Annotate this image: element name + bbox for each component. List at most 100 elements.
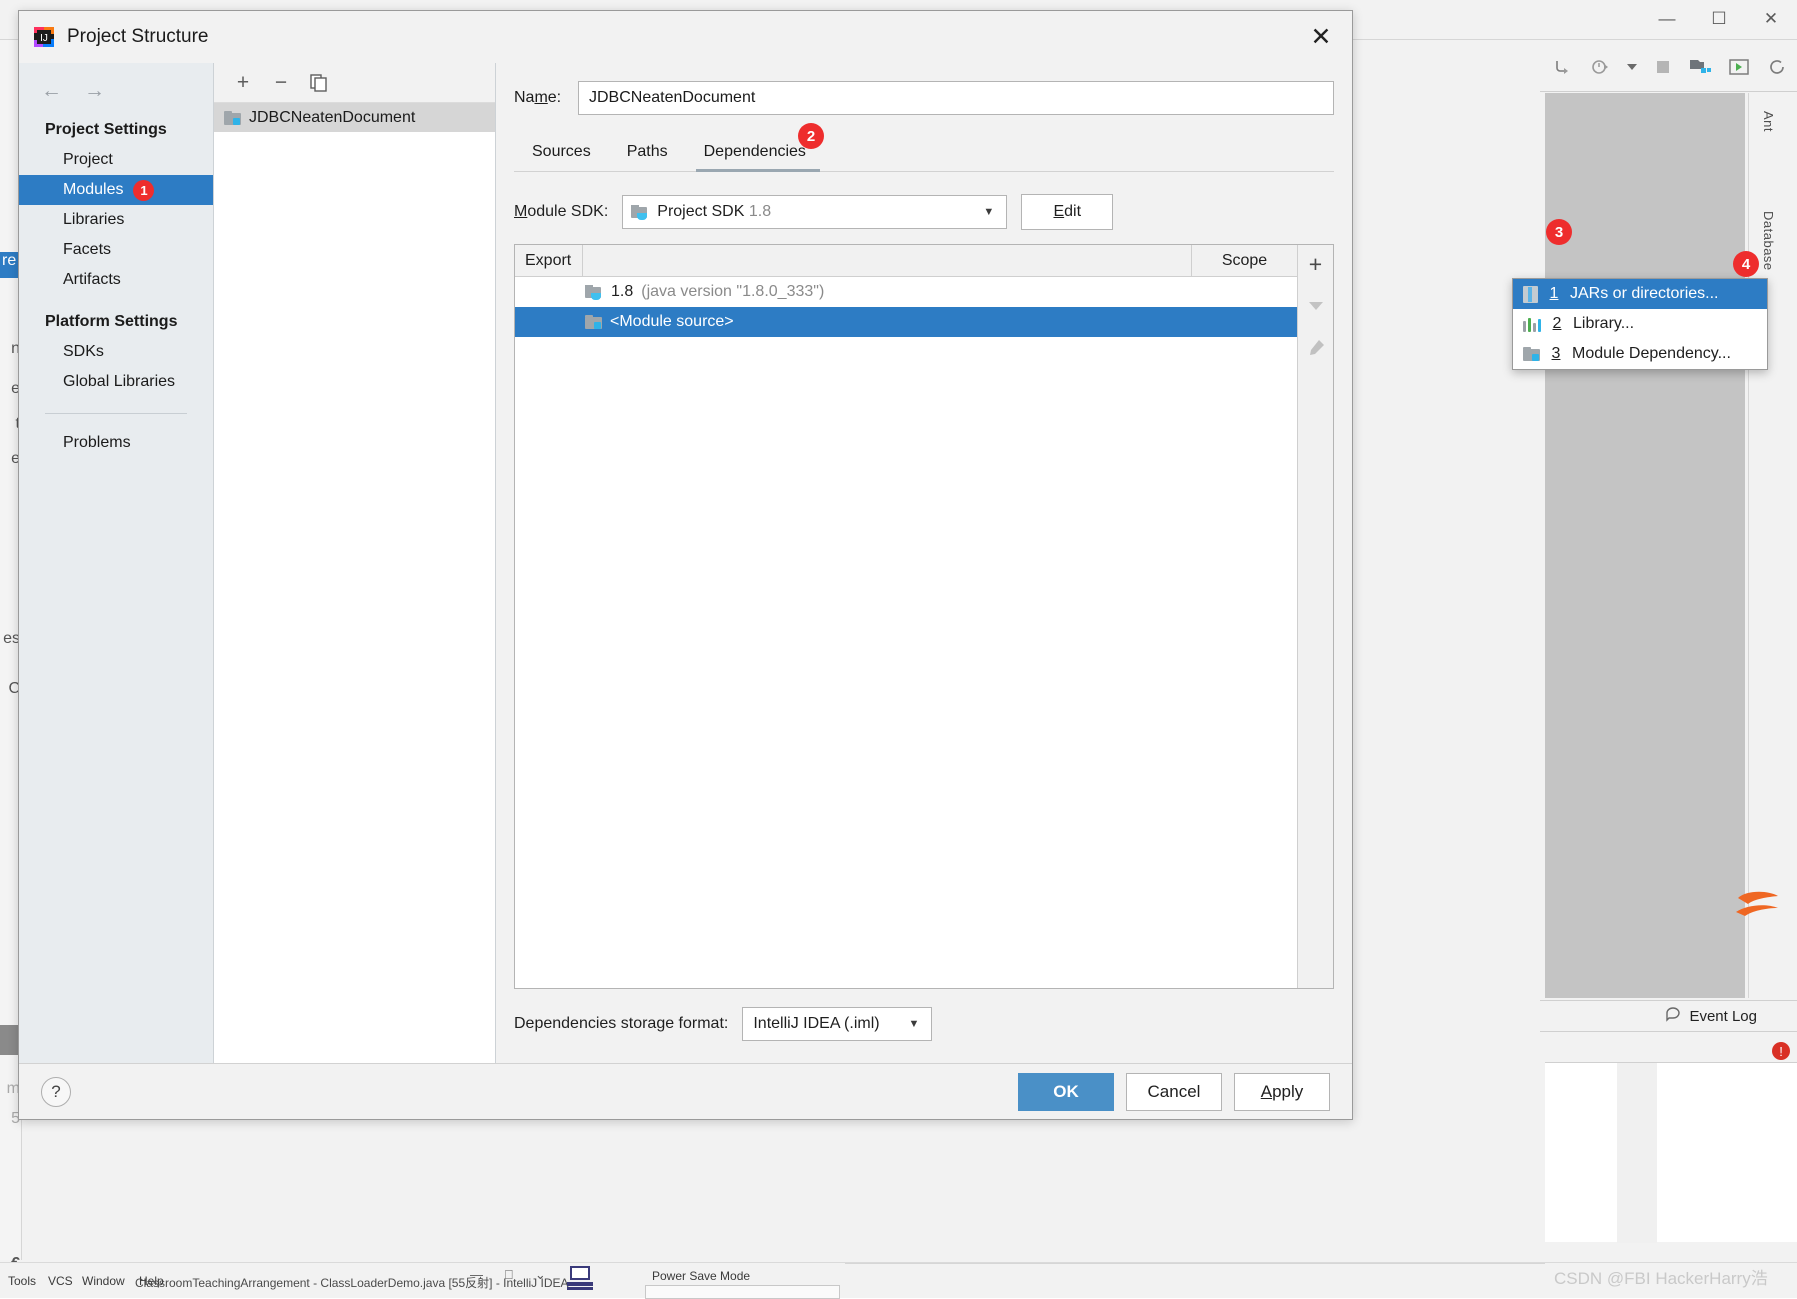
tab-label: Paths [627, 143, 668, 160]
dependencies-table-wrapper: Export Scope 1.8 (java version "1.8.0_33… [514, 244, 1334, 989]
sidebar-item-sdks[interactable]: SDKs [19, 337, 213, 367]
menu-item-tools[interactable]: Tools [8, 1274, 36, 1288]
storage-format-value: IntelliJ IDEA (.iml) [753, 1015, 879, 1033]
dependencies-table-actions: + [1297, 245, 1333, 988]
table-row[interactable]: <Module source> [515, 307, 1297, 337]
window-maximize-button[interactable]: ☐ [1693, 0, 1745, 38]
menu-item-label: Module Dependency... [1572, 345, 1731, 363]
list-item[interactable]: JDBCNeatenDocument [214, 103, 495, 132]
toolwindow-database-label[interactable]: Database [1761, 211, 1776, 271]
intellij-logo-icon: IJ [33, 26, 55, 48]
sidebar-item-global-libraries[interactable]: Global Libraries [19, 367, 213, 397]
chevron-down-icon[interactable] [1626, 54, 1638, 80]
storage-format-select[interactable]: IntelliJ IDEA (.iml) ▼ [742, 1007, 932, 1041]
menu-item-vcs[interactable]: VCS [48, 1274, 73, 1288]
ide-right-toolwindow-strip: Ant Database [1748, 93, 1797, 998]
add-dependency-button[interactable]: + [1301, 249, 1331, 279]
column-header-export[interactable]: Export [515, 245, 583, 276]
ide-toolbar [1540, 42, 1797, 92]
sidebar-item-modules[interactable]: Modules 1 [19, 175, 213, 205]
table-row[interactable]: 1.8 (java version "1.8.0_333") [515, 277, 1297, 307]
event-log-button[interactable]: Event Log [1540, 1000, 1797, 1032]
remove-module-button[interactable]: − [270, 72, 292, 94]
dialog-footer: ? OK Cancel Apply [19, 1063, 1352, 1119]
jdk-icon [585, 285, 603, 300]
name-label: Name: [514, 89, 578, 107]
menu-item-module-dependency[interactable]: 3 Module Dependency... [1513, 339, 1767, 369]
close-icon[interactable]: ✕ [1304, 21, 1338, 53]
project-structure-icon[interactable] [1688, 54, 1714, 80]
menu-mnemonic: 3 [1550, 345, 1562, 363]
ok-button[interactable]: OK [1018, 1073, 1114, 1111]
step-badge-1: 1 [133, 180, 154, 201]
modules-column: + − JDBCNeatenDocument [214, 63, 496, 1064]
add-dependency-popup-menu: 1 JARs or directories... 2 Library... 3 … [1512, 278, 1768, 370]
storage-format-row: Dependencies storage format: IntelliJ ID… [514, 1007, 1334, 1041]
module-sdk-row: Module SDK: Project SDK 1.8 ▼ Edit [514, 194, 1334, 230]
modules-list: JDBCNeatenDocument [214, 103, 495, 1064]
error-indicator-badge[interactable]: ! [1772, 1042, 1790, 1060]
move-down-button[interactable] [1301, 291, 1331, 321]
menu-item-library[interactable]: 2 Library... [1513, 309, 1767, 339]
minimize-glyph[interactable]: — [470, 1267, 483, 1283]
window-minimize-button[interactable]: — [1641, 0, 1693, 38]
sidebar-item-problems[interactable]: Problems [19, 428, 213, 458]
sidebar-item-facets[interactable]: Facets [19, 235, 213, 265]
sidebar-item-libraries[interactable]: Libraries [19, 205, 213, 235]
add-module-button[interactable]: + [232, 72, 254, 94]
back-arrow-icon[interactable]: ← [41, 79, 62, 103]
tab-paths[interactable]: Paths [609, 137, 686, 171]
nav-group-project-settings: Project Settings [19, 103, 213, 145]
edit-sdk-button[interactable]: Edit [1021, 194, 1113, 230]
chevron-down-icon: ▼ [983, 206, 994, 218]
tab-label: Sources [532, 143, 591, 160]
stop-icon[interactable] [1650, 54, 1676, 80]
modules-toolbar: + − [214, 63, 495, 103]
module-sdk-select[interactable]: Project SDK 1.8 ▼ [622, 195, 1007, 229]
run-configuration-icon[interactable] [1726, 54, 1752, 80]
ide-bottom-panel [1545, 1062, 1797, 1242]
column-header-name[interactable] [583, 245, 1192, 276]
column-header-scope[interactable]: Scope [1192, 245, 1297, 276]
run-with-profiler-icon[interactable] [1588, 54, 1614, 80]
storage-format-label: Dependencies storage format: [514, 1015, 728, 1033]
ide-window-buttons[interactable]: — ⎕ ⌄ [470, 1267, 546, 1283]
copy-module-button[interactable] [308, 72, 330, 94]
sidebar-item-label: Global Libraries [63, 373, 175, 391]
ide-menu-strip: Tools VCS Window Help ClassroomTeachingA… [0, 1262, 1797, 1298]
svg-text:IJ: IJ [40, 33, 48, 44]
run-step-icon[interactable] [1550, 54, 1576, 80]
sidebar-item-label: Project [63, 151, 113, 169]
chevron-glyph[interactable]: ⌄ [535, 1267, 546, 1283]
event-log-label: Event Log [1689, 1008, 1757, 1025]
menu-item-jars-or-directories[interactable]: 1 JARs or directories... [1513, 279, 1767, 309]
menu-item-window[interactable]: Window [82, 1274, 125, 1288]
cancel-button[interactable]: Cancel [1126, 1073, 1222, 1111]
toolwindow-ant-label[interactable]: Ant [1761, 111, 1776, 132]
jdk-icon [631, 205, 649, 220]
dialog-title: Project Structure [67, 26, 209, 48]
edit-dependency-button[interactable] [1301, 333, 1331, 363]
refresh-icon[interactable] [1764, 54, 1790, 80]
module-name-label: JDBCNeatenDocument [249, 109, 415, 127]
tab-sources[interactable]: Sources [514, 137, 609, 171]
module-sdk-value: Project SDK 1.8 [657, 203, 771, 221]
module-name-row: Name: [514, 63, 1334, 115]
dialog-action-buttons: OK Cancel Apply [1018, 1073, 1330, 1111]
apply-button[interactable]: Apply [1234, 1073, 1330, 1111]
forward-arrow-icon[interactable]: → [84, 79, 105, 103]
step-badge-4: 4 [1733, 251, 1759, 277]
help-button[interactable]: ? [41, 1077, 71, 1107]
dialog-body: ← → Project Settings Project Modules 1 L… [19, 63, 1352, 1064]
tab-label: Dependencies [704, 143, 806, 160]
sidebar-item-project[interactable]: Project [19, 145, 213, 175]
module-name-input[interactable] [578, 81, 1334, 115]
window-close-button[interactable]: ✕ [1745, 0, 1797, 38]
sidebar-item-label: Modules [63, 181, 123, 199]
library-icon [1523, 317, 1541, 332]
sidebar-item-artifacts[interactable]: Artifacts [19, 265, 213, 295]
module-tabs: Sources Paths Dependencies [514, 137, 1334, 172]
jar-icon [1523, 286, 1538, 303]
restore-glyph[interactable]: ⎕ [505, 1267, 513, 1283]
power-save-mode-label[interactable]: Power Save Mode [652, 1269, 750, 1283]
